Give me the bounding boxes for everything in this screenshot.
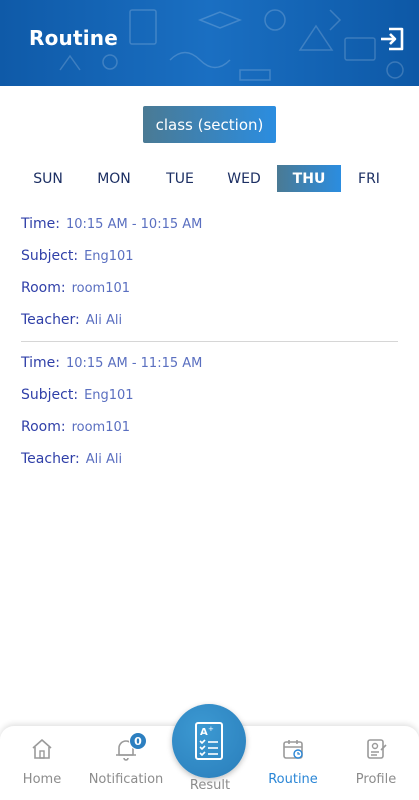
calendar-icon (281, 736, 305, 762)
svg-text:+: + (208, 725, 214, 733)
room-value: room101 (71, 419, 131, 435)
result-fab-button[interactable]: A + (172, 704, 246, 778)
time-value: 10:15 AM - 11:15 AM (65, 355, 203, 371)
entry-subject-row: Subject: Eng101 (21, 246, 134, 266)
home-icon (30, 736, 54, 762)
nav-home[interactable]: Home (20, 726, 64, 800)
svg-text:A: A (200, 727, 208, 738)
day-tabs: SUN MON TUE WED THU FRI (16, 165, 403, 192)
subject-value: Eng101 (84, 387, 134, 403)
teacher-value: Ali Ali (85, 312, 123, 328)
room-label: Room: (21, 419, 66, 435)
logout-icon (381, 27, 404, 51)
time-label: Time: (21, 216, 60, 232)
entry-teacher-row: Teacher: Ali Ali (21, 310, 122, 330)
nav-notification[interactable]: 0 Notification (86, 726, 166, 800)
entry-teacher-row: Teacher: Ali Ali (21, 449, 122, 469)
tab-mon[interactable]: MON (82, 165, 146, 192)
room-label: Room: (21, 280, 66, 296)
entry-time-row: Time: 10:15 AM - 10:15 AM (21, 214, 202, 234)
nav-routine-label: Routine (268, 772, 318, 787)
nav-profile[interactable]: Profile (354, 726, 398, 800)
class-section-button[interactable]: class (section) (143, 106, 276, 143)
nav-result-label: Result (189, 778, 231, 793)
logout-button[interactable] (378, 26, 406, 52)
page-title: Routine (29, 26, 118, 50)
subject-value: Eng101 (84, 248, 134, 264)
nav-home-label: Home (22, 772, 62, 787)
tab-fri[interactable]: FRI (337, 165, 401, 192)
exam-result-icon: A + (195, 722, 223, 760)
notification-badge: 0 (129, 732, 147, 750)
teacher-label: Teacher: (21, 451, 80, 467)
teacher-label: Teacher: (21, 312, 80, 328)
subject-label: Subject: (21, 387, 79, 403)
teacher-value: Ali Ali (85, 451, 123, 467)
bell-icon: 0 (113, 732, 147, 762)
subject-label: Subject: (21, 248, 79, 264)
room-value: room101 (71, 280, 131, 296)
tab-thu[interactable]: THU (277, 165, 341, 192)
entry-divider (21, 341, 398, 342)
time-value: 10:15 AM - 10:15 AM (65, 216, 203, 232)
tab-wed[interactable]: WED (212, 165, 276, 192)
nav-routine[interactable]: Routine (266, 726, 320, 800)
profile-card-icon (364, 736, 388, 762)
entry-subject-row: Subject: Eng101 (21, 385, 134, 405)
entry-time-row: Time: 10:15 AM - 11:15 AM (21, 353, 202, 373)
tab-tue[interactable]: TUE (148, 165, 212, 192)
time-label: Time: (21, 355, 60, 371)
nav-notification-label: Notification (88, 772, 164, 787)
tab-sun[interactable]: SUN (16, 165, 80, 192)
nav-profile-label: Profile (355, 772, 397, 787)
entry-room-row: Room: room101 (21, 417, 130, 437)
entry-room-row: Room: room101 (21, 278, 130, 298)
app-header: Routine (0, 0, 419, 86)
